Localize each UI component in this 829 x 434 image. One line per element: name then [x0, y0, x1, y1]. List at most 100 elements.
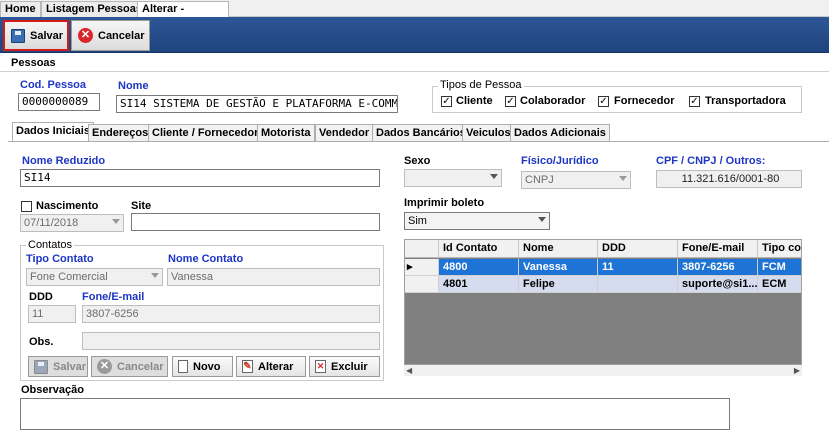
cod-pessoa-label: Cod. Pessoa [20, 79, 87, 91]
site-field[interactable] [131, 213, 380, 231]
save-button[interactable]: Salvar [3, 20, 69, 51]
grid-header-fone[interactable]: Fone/E-mail [678, 240, 758, 258]
chevron-down-icon [538, 217, 546, 222]
grid-cell-id[interactable]: 4800 [439, 259, 519, 276]
tab-enderecos[interactable]: Endereços [88, 124, 153, 141]
section-title: Pessoas [11, 57, 56, 69]
tipo-contato-value: Fone Comercial [30, 271, 108, 283]
chevron-down-icon [619, 176, 627, 181]
cod-pessoa-field[interactable]: 0000000089 [18, 93, 100, 111]
obs-label: Obs. [29, 336, 54, 348]
novo-label: Novo [193, 360, 221, 373]
site-label: Site [131, 200, 152, 212]
contato-save-button[interactable]: Salvar [28, 356, 88, 377]
tab-vendedor[interactable]: Vendedor [315, 124, 374, 141]
contato-save-label: Salvar [53, 360, 87, 373]
transportadora-checkbox[interactable]: ✓ [689, 96, 700, 107]
alterar-button[interactable]: ✎ Alterar [236, 356, 306, 377]
cancel-icon: ✕ [78, 28, 93, 43]
cancel-icon: ✕ [97, 359, 112, 374]
excluir-label: Excluir [331, 360, 368, 373]
nome-reduzido-label: Nome Reduzido [22, 155, 106, 167]
obs-field[interactable] [82, 332, 380, 350]
tab-dados-iniciais[interactable]: Dados Iniciais [12, 122, 94, 142]
table-row[interactable]: ▸ 4800 Vanessa 11 3807-6256 FCM [405, 259, 801, 276]
cliente-checkbox[interactable]: ✓ [441, 96, 452, 107]
alterar-label: Alterar [258, 360, 294, 373]
observacao-label: Observação [21, 384, 84, 396]
grid-header-nome[interactable]: Nome [519, 240, 598, 258]
imprimir-boleto-label: Imprimir boleto [404, 197, 485, 209]
nome-contato-field[interactable]: Vanessa [167, 268, 380, 286]
grid-cell-fone[interactable]: 3807-6256 [678, 259, 758, 276]
doc-tab-home[interactable]: Home [0, 1, 41, 17]
grid-header: Id Contato Nome DDD Fone/E-mail Tipo con [405, 240, 801, 258]
ddd-field[interactable]: 11 [28, 305, 76, 323]
fisico-juridico-label: Físico/Jurídico [521, 155, 599, 167]
colaborador-label: Colaborador [520, 95, 586, 107]
cpf-cnpj-label: CPF / CNPJ / Outros: [656, 155, 766, 167]
grid-header-ddd[interactable]: DDD [598, 240, 678, 258]
delete-icon: ✕ [315, 360, 326, 373]
nascimento-value: 07/11/2018 [24, 217, 79, 229]
nascimento-checkbox[interactable] [21, 201, 32, 212]
tipo-contato-select[interactable]: Fone Comercial [26, 268, 163, 286]
grid-cell-nome[interactable]: Felipe [519, 276, 598, 293]
sexo-select[interactable] [404, 169, 502, 187]
grid-cell-tipo[interactable]: ECM [758, 276, 801, 293]
scroll-left-icon[interactable]: ◀ [406, 366, 412, 375]
tab-dados-bancarios[interactable]: Dados Bancários [372, 124, 470, 141]
grid-cell-ddd[interactable] [598, 276, 678, 293]
grid-cell-id[interactable]: 4801 [439, 276, 519, 293]
grid-cell-nome[interactable]: Vanessa [519, 259, 598, 276]
fone-label: Fone/E-mail [82, 291, 145, 303]
tipo-contato-label: Tipo Contato [26, 253, 94, 265]
chevron-down-icon [490, 174, 498, 179]
nascimento-label: Nascimento [36, 200, 99, 212]
grid-cell-ddd[interactable]: 11 [598, 259, 678, 276]
grid-horizontal-scrollbar[interactable]: ◀ ▶ [404, 365, 802, 376]
contato-cancel-label: Cancelar [117, 360, 164, 373]
grid-header-tipo[interactable]: Tipo con [758, 240, 801, 258]
fisico-juridico-select[interactable]: CNPJ [521, 171, 631, 189]
tab-cliente-fornecedor[interactable]: Cliente / Fornecedor [148, 124, 263, 141]
fone-field[interactable]: 3807-6256 [82, 305, 380, 323]
imprimir-boleto-value: Sim [408, 215, 427, 227]
chevron-down-icon [112, 219, 120, 224]
tipos-pessoa-label: Tipos de Pessoa [438, 79, 524, 91]
grid-header-id[interactable]: Id Contato [439, 240, 519, 258]
doc-tab-alterar[interactable]: Alterar - Pessoas [137, 1, 229, 30]
cancel-button[interactable]: ✕ Cancelar [71, 20, 150, 51]
imprimir-boleto-select[interactable]: Sim [404, 212, 550, 230]
nome-field[interactable]: SI14 SISTEMA DE GESTÃO E PLATAFORMA E-CO… [116, 95, 398, 113]
table-row[interactable]: 4801 Felipe suporte@si1... ECM [405, 276, 801, 293]
observacao-field[interactable] [20, 398, 730, 430]
row-indicator [405, 276, 439, 293]
toolbar: Salvar ✕ Cancelar [0, 17, 829, 53]
excluir-button[interactable]: ✕ Excluir [309, 356, 380, 377]
doc-tab-listagem[interactable]: Listagem Pessoas [41, 1, 147, 17]
chevron-down-icon [151, 273, 159, 278]
grid-cell-fone[interactable]: suporte@si1... [678, 276, 758, 293]
ddd-label: DDD [29, 291, 53, 303]
grid-cell-tipo[interactable]: FCM [758, 259, 801, 276]
edit-icon: ✎ [242, 360, 253, 373]
scroll-right-icon[interactable]: ▶ [794, 366, 800, 375]
novo-button[interactable]: Novo [172, 356, 233, 377]
row-selected-indicator-icon: ▸ [405, 259, 439, 276]
tab-veiculos[interactable]: Veiculos [462, 124, 515, 141]
tab-motorista[interactable]: Motorista [257, 124, 315, 141]
fornecedor-checkbox[interactable]: ✓ [598, 96, 609, 107]
new-document-icon [178, 360, 188, 373]
sexo-label: Sexo [404, 155, 431, 167]
colaborador-checkbox[interactable]: ✓ [505, 96, 516, 107]
save-icon [34, 359, 48, 374]
document-tabs: Home Listagem Pessoas Alterar - Pessoas [0, 0, 829, 30]
nome-label: Nome [118, 80, 149, 92]
contato-cancel-button[interactable]: ✕ Cancelar [91, 356, 168, 377]
fornecedor-label: Fornecedor [614, 95, 675, 107]
nascimento-field[interactable]: 07/11/2018 [20, 214, 124, 232]
nome-reduzido-field[interactable]: SI14 [20, 169, 380, 187]
cpf-cnpj-field[interactable]: 11.321.616/0001-80 [656, 170, 802, 188]
tab-dados-adicionais[interactable]: Dados Adicionais [510, 124, 610, 141]
